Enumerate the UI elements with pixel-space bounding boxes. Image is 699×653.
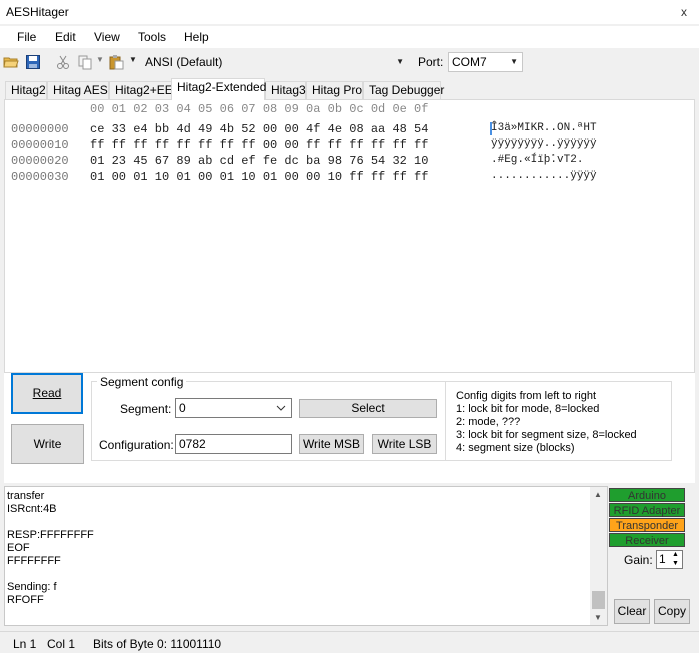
menu-help[interactable]: Help — [184, 30, 209, 44]
text-cursor — [490, 122, 492, 135]
status-column: Col 1 — [47, 637, 76, 651]
read-button[interactable]: Read — [11, 373, 83, 414]
gain-spinner[interactable]: 1 ▲ ▼ — [656, 550, 683, 569]
tab-hitag2-extended[interactable]: Hitag2-Extended — [171, 78, 266, 100]
status-arduino: Arduino — [609, 488, 685, 502]
configuration-input[interactable]: 0782 — [175, 434, 292, 454]
copy-icon[interactable] — [77, 54, 93, 70]
encoding-select[interactable]: ANSI (Default) ▼ — [141, 52, 409, 72]
copy-button[interactable]: Copy — [654, 599, 690, 624]
port-select[interactable]: COM7 ▼ — [448, 52, 523, 72]
hex-row-ascii[interactable]: ............ÿÿÿÿ — [491, 170, 597, 182]
hex-row-bytes[interactable]: 01 23 45 67 89 ab cd ef fe dc ba 98 76 5… — [90, 154, 428, 168]
scroll-down-icon[interactable]: ▼ — [594, 613, 602, 622]
status-byte-bits: Bits of Byte 0: 11001110 — [93, 637, 222, 651]
chevron-down-icon — [276, 405, 286, 411]
chevron-down-icon: ▼ — [396, 57, 404, 66]
log-line: transfer — [7, 490, 45, 502]
segment-label: Segment: — [120, 402, 172, 416]
config-help: Config digits from left to right 1: lock… — [456, 390, 637, 455]
paste-icon[interactable] — [108, 54, 124, 70]
chevron-down-icon: ▼ — [510, 57, 518, 66]
tab-hitag3[interactable]: Hitag3 — [265, 81, 306, 100]
write-msb-button[interactable]: Write MSB — [299, 434, 364, 454]
port-label: Port: — [418, 55, 444, 69]
segment-config-title: Segment config — [97, 375, 187, 389]
gain-label: Gain: — [624, 553, 653, 567]
status-receiver: Receiver — [609, 533, 685, 547]
hex-row-ascii[interactable]: Î3ä»MIKR..ON.ªHT — [491, 122, 597, 134]
menu-view[interactable]: View — [94, 30, 120, 44]
status-transponder: Transponder — [609, 518, 685, 532]
menu-tools[interactable]: Tools — [138, 30, 166, 44]
hex-row-address: 00000020 — [11, 154, 69, 168]
write-lsb-button[interactable]: Write LSB — [372, 434, 437, 454]
tab-hitag-pro[interactable]: Hitag Pro — [306, 81, 363, 100]
close-button[interactable]: x — [672, 3, 696, 21]
write-button[interactable]: Write — [11, 424, 84, 464]
toolbar: ▼ ▼ ANSI (Default) ▼ Port: COM7 ▼ — [0, 49, 699, 120]
menu-file[interactable]: File — [17, 30, 36, 44]
segment-select[interactable]: 0 — [175, 398, 292, 418]
tab-hitag2[interactable]: Hitag2 — [5, 81, 47, 100]
config-help-line: 3: lock bit for segment size, 8=locked — [456, 429, 637, 441]
hex-column-header: 00 01 02 03 04 05 06 07 08 09 0a 0b 0c 0… — [90, 102, 429, 116]
spin-up-icon[interactable]: ▲ — [672, 551, 679, 558]
save-icon[interactable] — [25, 54, 41, 70]
spin-down-icon[interactable]: ▼ — [672, 560, 679, 567]
status-bar: Ln 1 Col 1 Bits of Byte 0: 11001110 — [0, 631, 699, 653]
title-bar: AESHitager x — [0, 0, 699, 24]
configuration-label: Configuration: — [99, 438, 174, 452]
tab-hitag2-ee[interactable]: Hitag2+EE — [109, 81, 173, 100]
tab-hitag-aes[interactable]: Hitag AES — [47, 81, 109, 100]
hex-row-address: 00000030 — [11, 170, 69, 184]
config-help-line: 1: lock bit for mode, 8=locked — [456, 403, 600, 415]
open-folder-icon[interactable] — [3, 54, 19, 70]
gain-value: 1 — [659, 552, 666, 566]
config-help-line: 4: segment size (blocks) — [456, 442, 575, 454]
copy-dropdown-chevron-icon[interactable]: ▼ — [96, 55, 104, 64]
config-help-line: Config digits from left to right — [456, 390, 597, 402]
config-help-line: 2: mode, ??? — [456, 416, 521, 428]
hex-row-address: 00000010 — [11, 138, 69, 152]
clear-button[interactable]: Clear — [614, 599, 650, 624]
log-line: Sending: f — [7, 581, 57, 593]
log-line: RFOFF — [7, 594, 44, 606]
log-output[interactable]: transfer ISRcnt:4B RESP:FFFFFFFF EOF FFF… — [4, 486, 608, 626]
hex-row-bytes[interactable]: ff ff ff ff ff ff ff ff 00 00 ff ff ff f… — [90, 138, 428, 152]
window-title: AESHitager — [6, 5, 69, 19]
hex-row-bytes[interactable]: 01 00 01 10 01 00 01 10 01 00 00 10 ff f… — [90, 170, 428, 184]
log-line: RESP:FFFFFFFF — [7, 529, 94, 541]
select-button[interactable]: Select — [299, 399, 437, 418]
hex-row-bytes[interactable]: ce 33 e4 bb 4d 49 4b 52 00 00 4f 4e 08 a… — [90, 122, 428, 136]
hex-row-ascii[interactable]: .#Eg.«Íïþܺ.vT2. — [491, 154, 583, 166]
configuration-value: 0782 — [179, 437, 206, 451]
tab-strip: Hitag2 Hitag AES Hitag2+EE Hitag2-Extend… — [0, 78, 699, 100]
menu-bar: File Edit View Tools Help — [0, 26, 699, 48]
log-line: EOF — [7, 542, 30, 554]
segment-value: 0 — [179, 401, 186, 415]
cut-icon[interactable] — [55, 54, 71, 70]
paste-dropdown-chevron-icon[interactable]: ▼ — [129, 55, 137, 64]
hex-row-address: 00000000 — [11, 122, 69, 136]
tab-tag-debugger[interactable]: Tag Debugger — [363, 81, 444, 100]
scroll-up-icon[interactable]: ▲ — [594, 490, 602, 499]
hex-row-ascii[interactable]: ÿÿÿÿÿÿÿÿ..ÿÿÿÿÿÿ — [491, 138, 597, 150]
encoding-value: ANSI (Default) — [145, 55, 223, 69]
log-scrollbar[interactable]: ▲ ▼ — [590, 487, 607, 625]
scroll-thumb[interactable] — [592, 591, 605, 609]
status-rfid-adapter: RFID Adapter — [609, 503, 685, 517]
log-line: FFFFFFFF — [7, 555, 61, 567]
menu-edit[interactable]: Edit — [55, 30, 76, 44]
status-line: Ln 1 — [13, 637, 37, 651]
port-value: COM7 — [452, 55, 487, 69]
log-line: ISRcnt:4B — [7, 503, 57, 515]
